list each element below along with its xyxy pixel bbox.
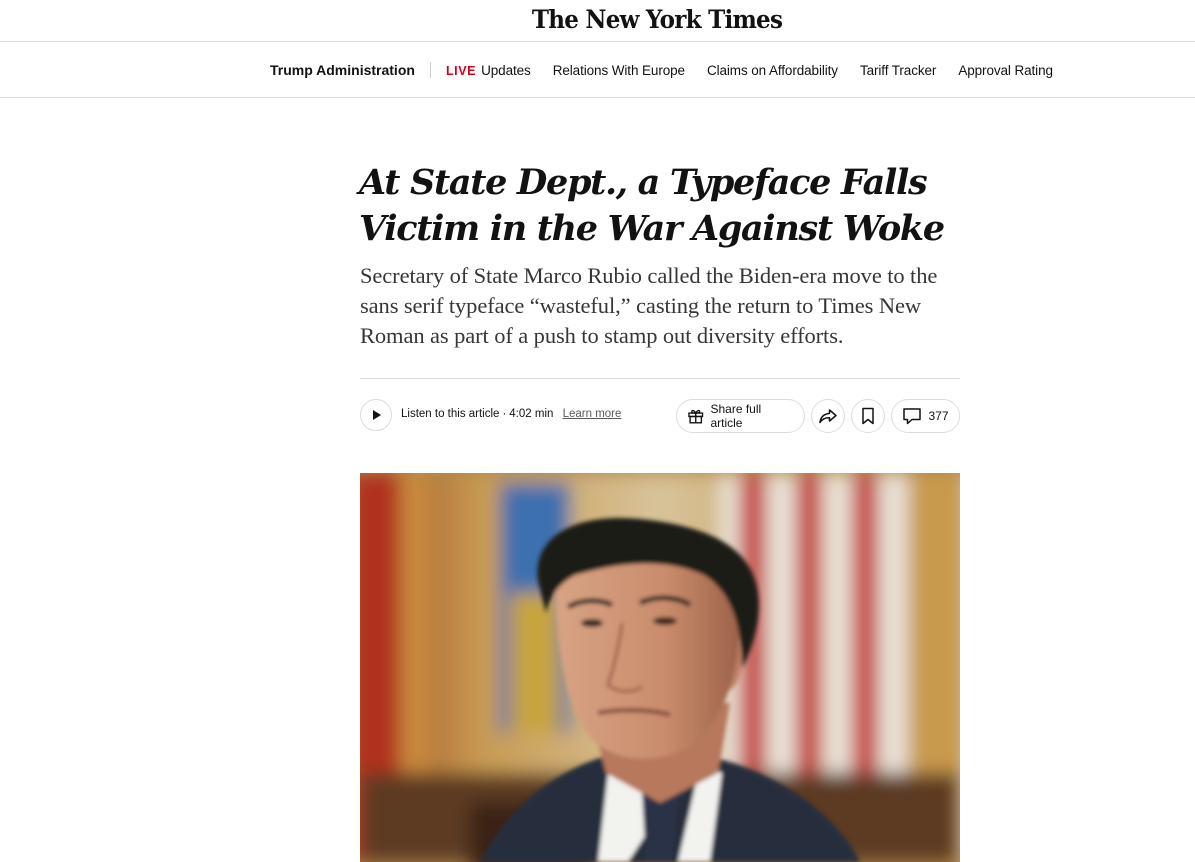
headline: At State Dept., a Typeface Falls Victim …	[359, 162, 945, 249]
article-summary: Secretary of State Marco Rubio called th…	[360, 263, 938, 348]
comments-button[interactable]: 377	[891, 399, 960, 433]
nav-link-relations-with-europe[interactable]: Relations With Europe	[553, 63, 685, 78]
nyt-logo[interactable]: The New York Times	[532, 5, 783, 34]
share-full-article-button[interactable]: Share full article	[676, 399, 805, 433]
nav-link-claims-on-affordability[interactable]: Claims on Affordability	[707, 63, 838, 78]
section-title[interactable]: Trump Administration	[270, 62, 431, 78]
listen-separator: ·	[502, 408, 507, 420]
play-audio-button[interactable]	[360, 399, 392, 431]
share-full-label: Share full article	[710, 402, 762, 430]
nav-link-approval-rating[interactable]: Approval Rating	[958, 63, 1053, 78]
nav-link-label: Updates	[481, 62, 531, 78]
bookmark-icon	[862, 407, 874, 425]
share-arrow-icon	[819, 409, 837, 424]
listen-info: Listen to this article · 4:02 min Learn mo…	[401, 408, 621, 420]
comment-count: 377	[928, 409, 949, 423]
divider	[360, 378, 960, 379]
nav-link-tariff-tracker[interactable]: Tariff Tracker	[860, 63, 936, 78]
gift-icon	[688, 409, 704, 424]
lead-image[interactable]	[360, 473, 960, 862]
listen-duration: 4:02 min	[509, 408, 554, 420]
listen-label: Listen to this article	[401, 408, 500, 420]
nav-link-live-updates[interactable]: LIVE Updates	[446, 63, 531, 78]
play-icon	[373, 410, 381, 420]
section-nav: Trump Administration LIVE Updates Relatio…	[0, 42, 1195, 98]
save-button[interactable]	[851, 399, 885, 433]
live-tag: LIVE	[445, 63, 477, 78]
share-button[interactable]	[811, 399, 845, 433]
section-nav-inner: Trump Administration LIVE Updates Relatio…	[270, 42, 1053, 98]
lead-photo	[360, 473, 960, 862]
masthead: The New York Times	[0, 0, 1195, 42]
comment-icon	[903, 408, 922, 425]
learn-more-link[interactable]: Learn more	[563, 408, 622, 420]
